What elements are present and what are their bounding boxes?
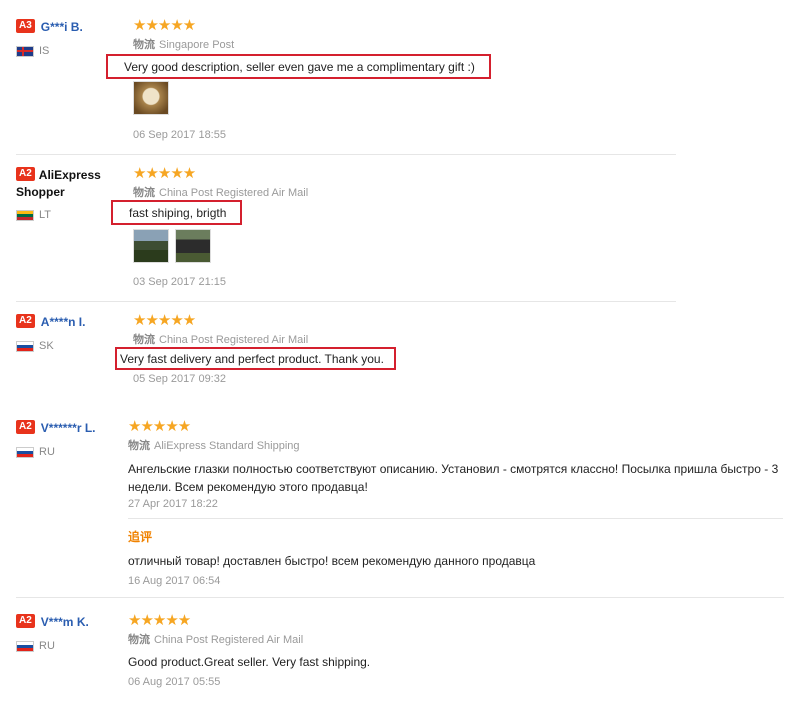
review-text: Very good description, seller even gave … xyxy=(106,54,491,79)
level-badge: A2 xyxy=(16,614,35,628)
reviewer-name: AliExpress xyxy=(38,168,101,182)
shipping-method: 物流 Singapore Post xyxy=(133,38,234,52)
review-date: 05 Sep 2017 09:32 xyxy=(133,373,226,385)
shipping-name: AliExpress Standard Shipping xyxy=(154,440,300,452)
review-text: Very fast delivery and perfect product. … xyxy=(115,347,396,370)
shipping-name: China Post Registered Air Mail xyxy=(159,334,309,346)
shipping-label: 物流 xyxy=(128,440,150,452)
review-text: fast shiping, brigth xyxy=(111,200,243,225)
rating-stars: ★★★★★ xyxy=(128,612,191,629)
country-code: IS xyxy=(39,45,50,57)
shipping-label: 物流 xyxy=(133,334,155,346)
reviewer-info: A3 G***i B. IS xyxy=(16,18,120,58)
shipping-method: 物流 China Post Registered Air Mail xyxy=(133,333,308,347)
review-photo-thumbnail[interactable] xyxy=(133,229,169,263)
shipping-name: China Post Registered Air Mail xyxy=(154,634,304,646)
rating-stars: ★★★★★ xyxy=(133,312,196,329)
reviewer-info: A2 V***m K. RU xyxy=(16,613,120,653)
reviewer-name[interactable]: V***m K. xyxy=(41,615,89,629)
country-code: RU xyxy=(39,640,55,652)
level-badge: A2 xyxy=(16,420,35,434)
reviewer-name[interactable]: G***i B. xyxy=(41,20,83,34)
divider xyxy=(16,154,676,155)
shipping-method: 物流 China Post Registered Air Mail xyxy=(133,186,308,200)
russia-flag-icon xyxy=(16,640,34,652)
reviewer-country: LT xyxy=(16,208,120,222)
country-code: LT xyxy=(39,209,52,221)
followup-label: 追评 xyxy=(128,530,153,544)
review-content: ★★★★★ 物流 China Post Registered Air Mail G… xyxy=(128,612,370,689)
review-content: ★★★★★ 物流 China Post Registered Air Mail V… xyxy=(115,312,396,385)
shipping-method: 物流 AliExpress Standard Shipping xyxy=(128,439,788,453)
divider xyxy=(128,518,783,519)
rating-stars: ★★★★★ xyxy=(133,17,196,34)
level-badge: A3 xyxy=(16,19,35,33)
review-date: 06 Sep 2017 18:55 xyxy=(133,129,226,141)
level-badge: A2 xyxy=(16,314,35,328)
shipping-label: 物流 xyxy=(133,39,155,51)
rating-stars: ★★★★★ xyxy=(128,418,191,435)
review-content: ★★★★★ 物流 China Post Registered Air Mail f… xyxy=(111,165,308,288)
slovakia-flag-icon xyxy=(16,340,34,352)
followup-text: отличный товар! доставлен быстро! всем р… xyxy=(128,554,536,568)
reviewer-country: RU xyxy=(16,639,120,653)
reviewer-info: A2 A****n I. SK xyxy=(16,313,120,353)
shipping-name: Singapore Post xyxy=(159,39,235,51)
iceland-flag-icon xyxy=(16,45,34,57)
lithuania-flag-icon xyxy=(16,209,34,221)
reviewer-country: RU xyxy=(16,445,120,459)
rating-stars: ★★★★★ xyxy=(133,165,196,182)
review-date: 03 Sep 2017 21:15 xyxy=(133,276,226,288)
reviewer-info: A2 V******r L. RU xyxy=(16,419,120,459)
shipping-label: 物流 xyxy=(128,634,150,646)
followup-date: 16 Aug 2017 06:54 xyxy=(128,575,221,587)
shipping-method: 物流 China Post Registered Air Mail xyxy=(128,633,303,647)
review-text: Ангельские глазки полностью соответствую… xyxy=(128,462,779,494)
review-photo-thumbnail[interactable] xyxy=(175,229,211,263)
shipping-label: 物流 xyxy=(133,187,155,199)
russia-flag-icon xyxy=(16,446,34,458)
review-text: Good product.Great seller. Very fast shi… xyxy=(128,655,371,669)
reviewer-name[interactable]: A****n I. xyxy=(41,315,86,329)
reviewer-country: SK xyxy=(16,339,120,353)
level-badge: A2 xyxy=(16,167,35,181)
divider xyxy=(16,597,784,598)
shipping-name: China Post Registered Air Mail xyxy=(159,187,309,199)
review-content: ★★★★★ 物流 Singapore Post Very good descrip… xyxy=(106,17,491,141)
country-code: RU xyxy=(39,446,55,458)
reviewer-name-line2: Shopper xyxy=(16,185,65,199)
reviewer-name[interactable]: V******r L. xyxy=(41,421,96,435)
country-code: SK xyxy=(39,340,54,352)
review-date: 27 Apr 2017 18:22 xyxy=(128,498,218,510)
reviewer-info: A2 AliExpress Shopper LT xyxy=(16,166,120,222)
divider xyxy=(16,301,676,302)
reviewer-country: IS xyxy=(16,44,120,58)
review-date: 06 Aug 2017 05:55 xyxy=(128,676,221,688)
review-photo-thumbnail[interactable] xyxy=(133,81,169,115)
review-content: ★★★★★ 物流 AliExpress Standard Shipping Анг… xyxy=(128,418,788,587)
